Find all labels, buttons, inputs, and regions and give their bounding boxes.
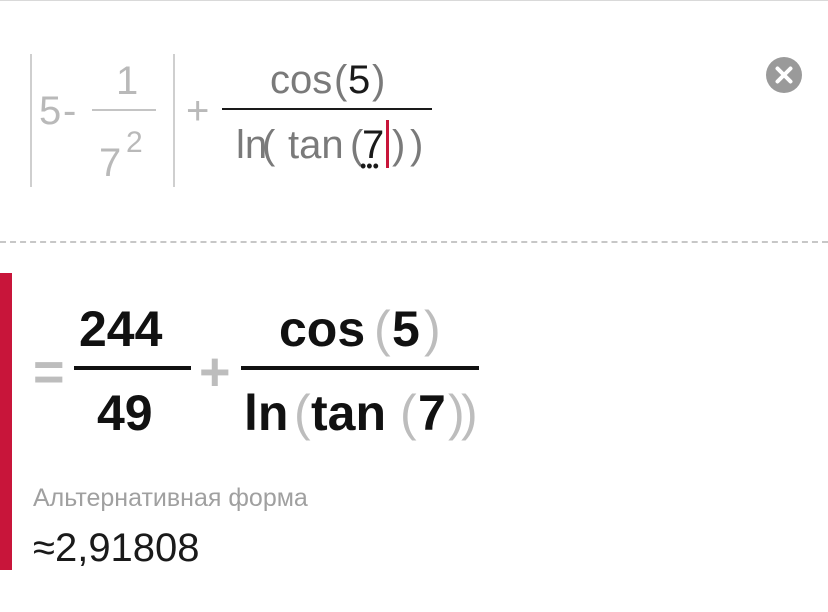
abs-fraction-exponent: 2 xyxy=(126,126,143,159)
abs-fraction-numerator: 1 xyxy=(116,59,139,103)
abs-whole-number: 5 xyxy=(39,89,62,133)
approximate-value: ≈2,91808 xyxy=(33,526,200,570)
result-tan-open-paren: ( xyxy=(400,385,417,441)
result-ln-func: ln xyxy=(244,385,289,441)
input-tan-func: tan xyxy=(288,123,344,167)
input-cos-open-paren: ( xyxy=(334,58,348,102)
input-main-fraction-line xyxy=(222,108,432,110)
input-cos-close-paren: ) xyxy=(372,58,386,102)
text-cursor xyxy=(386,120,389,168)
input-tan-close-paren: ) xyxy=(392,123,406,167)
dashed-divider xyxy=(0,241,828,243)
result-accent-bar xyxy=(0,273,12,570)
input-ln-open-paren: ( xyxy=(262,123,276,167)
abs-fraction-line xyxy=(92,109,156,111)
result-frac1-denominator: 49 xyxy=(97,385,153,441)
result-tan-arg: 7 xyxy=(418,385,446,441)
abs-fraction-denominator-base: 7 xyxy=(99,141,122,185)
result-cos-func: cos xyxy=(279,301,366,357)
input-cos-func: cos xyxy=(270,58,333,102)
result-frac1-numerator: 244 xyxy=(79,301,163,357)
result-tan-func: tan xyxy=(311,385,386,441)
input-plus-sign: + xyxy=(186,89,210,133)
input-cos-arg: 5 xyxy=(348,58,371,102)
close-circle-icon xyxy=(775,66,793,84)
result-equals-sign: = xyxy=(33,342,65,402)
result-cos-arg: 5 xyxy=(392,301,420,357)
result-cos-open-paren: ( xyxy=(374,301,391,357)
placeholder-dots: ••• xyxy=(360,156,379,176)
result-cos-close-paren: ) xyxy=(424,301,441,357)
abs-minus-sign: - xyxy=(63,89,77,133)
result-frac1-line xyxy=(74,366,191,370)
input-ln-close-paren: ) xyxy=(410,123,424,167)
result-frac2-line xyxy=(241,366,479,370)
abs-bar-left xyxy=(30,54,32,187)
clear-button[interactable] xyxy=(766,57,802,93)
abs-bar-right xyxy=(173,54,175,187)
expression-input[interactable]: 5 - 1 7 2 + cos ( 5 ) ln ( tan ( 7 ) ) •… xyxy=(0,1,828,241)
result-ln-close-paren: ) xyxy=(461,385,478,441)
result-plus-sign: + xyxy=(199,342,231,402)
result-ln-open-paren: ( xyxy=(294,385,311,441)
alternative-form-label: Альтернативная форма xyxy=(33,484,308,512)
